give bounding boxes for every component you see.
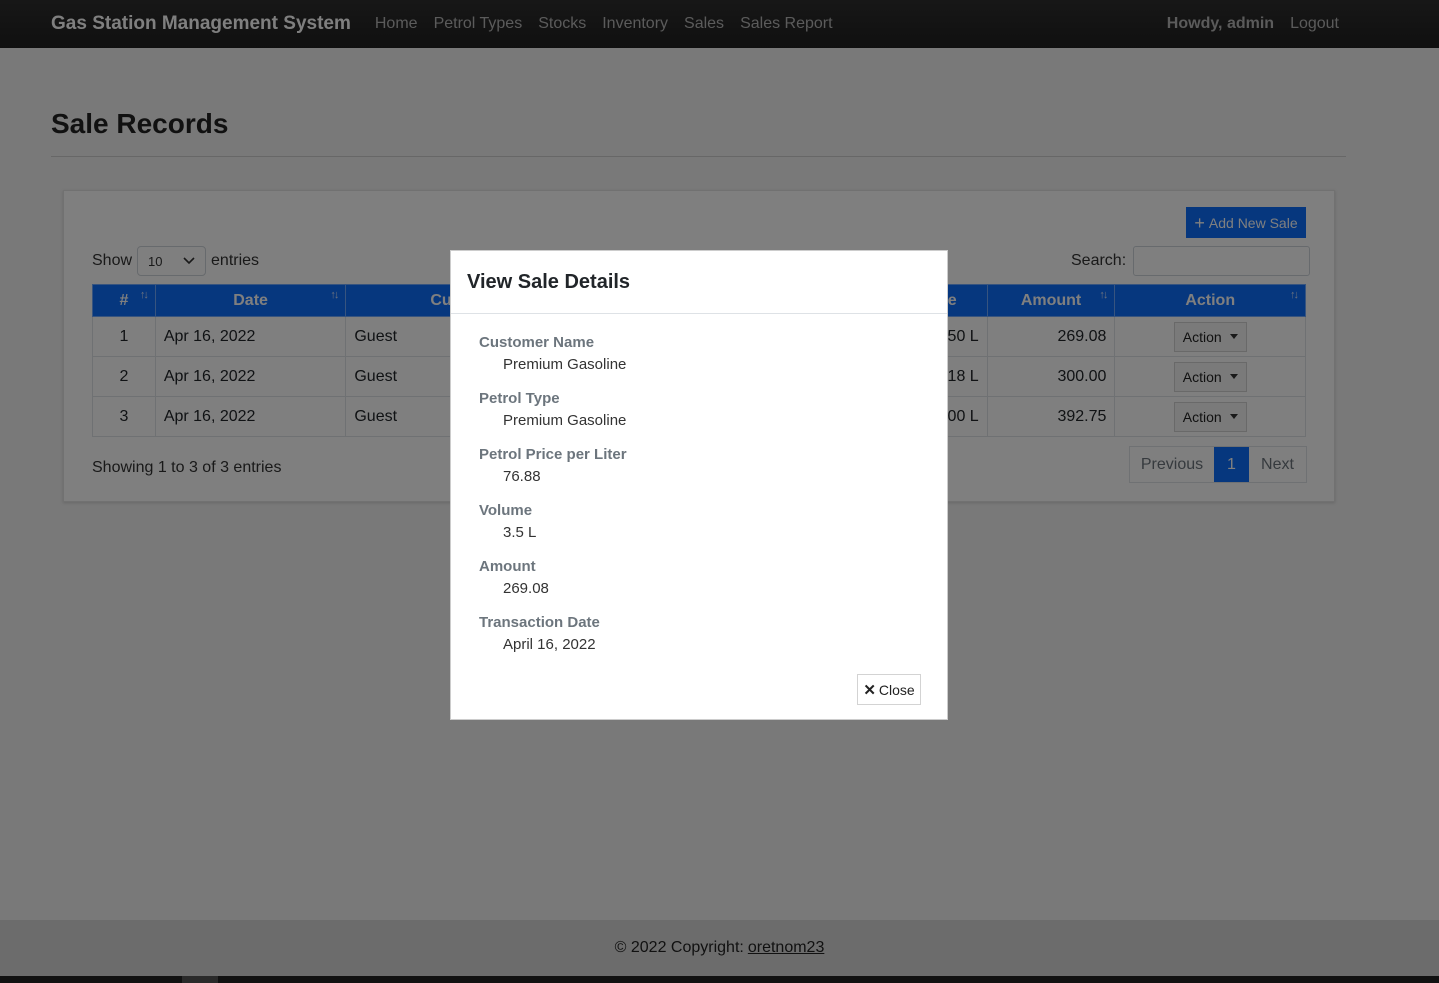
field-amount: Amount 269.08 (479, 558, 919, 604)
field-value: 3.5 L (503, 524, 537, 541)
close-label: Close (878, 681, 915, 698)
field-label: Petrol Type (479, 390, 560, 407)
close-icon: ✕ (863, 681, 876, 699)
modal-header: View Sale Details (451, 251, 947, 314)
modal-title: View Sale Details (467, 270, 631, 293)
field-value: Premium Gasoline (503, 356, 627, 373)
close-button[interactable]: ✕ Close (857, 674, 921, 705)
field-transaction-date: Transaction Date April 16, 2022 (479, 614, 919, 660)
field-volume: Volume 3.5 L (479, 502, 919, 548)
field-value: Premium Gasoline (503, 412, 627, 429)
view-sale-modal: View Sale Details Customer Name Premium … (450, 250, 948, 720)
field-label: Amount (479, 558, 536, 575)
field-label: Customer Name (479, 334, 595, 351)
field-value: April 16, 2022 (503, 636, 596, 653)
field-label: Volume (479, 502, 533, 519)
field-label: Petrol Price per Liter (479, 446, 627, 463)
field-petrol-type: Petrol Type Premium Gasoline (479, 390, 919, 436)
field-value: 76.88 (503, 468, 541, 485)
field-customer-name: Customer Name Premium Gasoline (479, 334, 919, 380)
field-petrol-price: Petrol Price per Liter 76.88 (479, 446, 919, 492)
modal-body: Customer Name Premium Gasoline Petrol Ty… (451, 314, 947, 660)
field-label: Transaction Date (479, 614, 600, 631)
field-value: 269.08 (503, 580, 549, 597)
